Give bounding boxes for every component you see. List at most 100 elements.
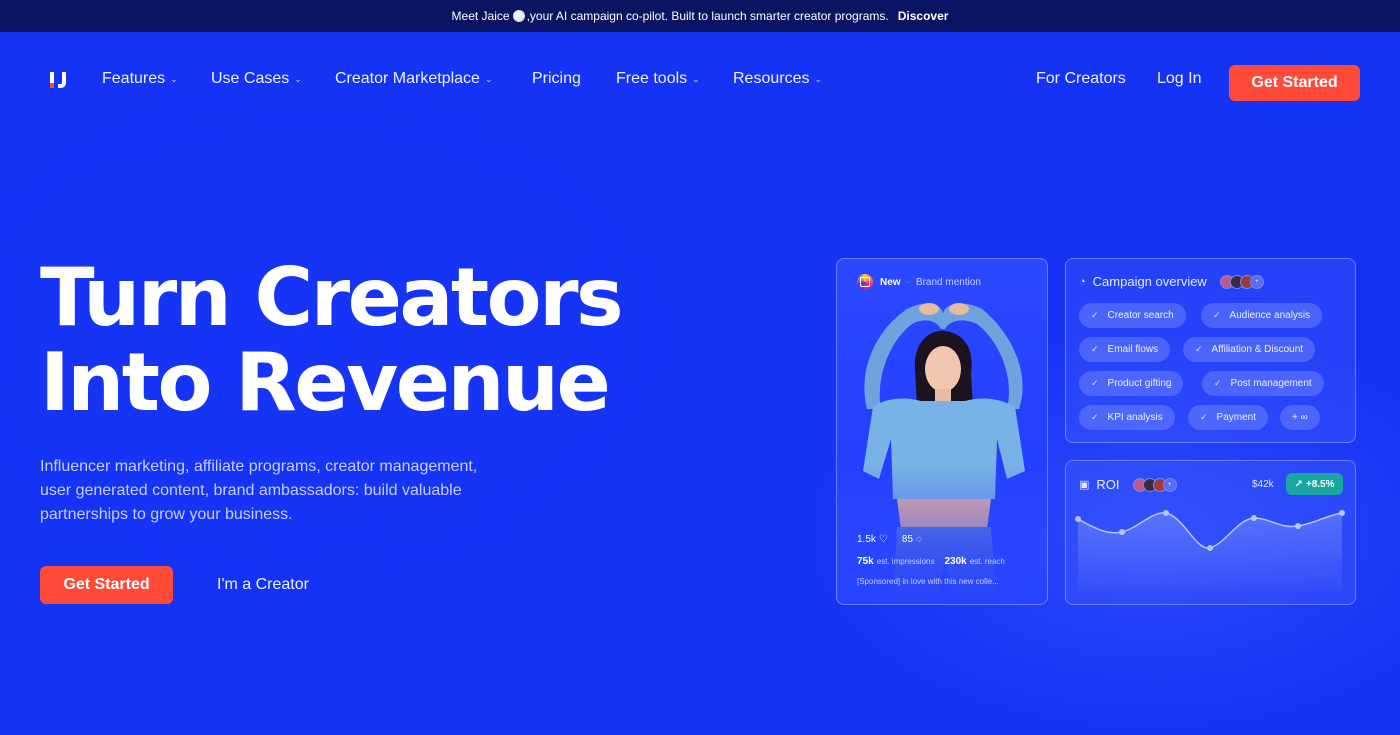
check-icon: ✓ (1091, 310, 1099, 320)
avatar-group: + (1132, 477, 1177, 492)
impressions-value: 75k (857, 556, 874, 567)
brand-logo[interactable] (49, 70, 69, 90)
nav-pricing[interactable]: Pricing (532, 70, 581, 88)
nav-features-label: Features (102, 70, 166, 87)
impressions-label: est. impressions (876, 557, 935, 566)
nav-resources-label: Resources (733, 70, 810, 87)
chip-post-management: ✓ Post management (1202, 371, 1324, 396)
chip-label: + ∞ (1292, 412, 1308, 423)
avatar-more: + (1249, 274, 1264, 289)
nav-creator-marketplace[interactable]: Creator Marketplace ⌄ (335, 70, 493, 88)
roi-point (1251, 515, 1257, 521)
avatar-group: + (1219, 274, 1264, 289)
likes-count: 1.5k (857, 534, 876, 545)
check-icon: ✓ (1200, 412, 1208, 422)
chip-label: Affiliation & Discount (1211, 344, 1304, 355)
chip-label: Payment (1216, 412, 1257, 423)
chip-creator-search: ✓ Creator search (1079, 303, 1186, 328)
trend-up-icon: ↗ (1294, 478, 1303, 490)
roi-title-row: ▣ ROI + (1079, 477, 1177, 492)
likes-stat: 1.5k ♡ (857, 534, 888, 545)
roi-point (1119, 529, 1125, 535)
hero-headline: Turn Creators Into Revenue (40, 255, 660, 425)
chip-label: Post management (1230, 378, 1312, 389)
post-engagement: 1.5k ♡ 85 ◌ (857, 534, 922, 545)
comment-bubble-icon: ◌ (916, 534, 922, 545)
campaign-overview-card: ◔ Campaign overview + ✓ Creator search ✓ A… (1065, 258, 1356, 443)
comments-stat: 85 ◌ (902, 534, 922, 545)
nav-features[interactable]: Features ⌄ (102, 70, 178, 88)
for-creators-link[interactable]: For Creators (1036, 70, 1126, 88)
im-a-creator-link[interactable]: I'm a Creator (217, 576, 309, 594)
announcement-text: Meet Jaice (451, 9, 510, 23)
chip-audience-analysis: ✓ Audience analysis (1201, 303, 1323, 328)
roi-sparkline (1075, 510, 1345, 591)
chevron-down-icon: ⌄ (170, 73, 178, 84)
hero-subtext: Influencer marketing, affiliate programs… (40, 458, 478, 523)
comments-count: 85 (901, 534, 913, 545)
chip-more: + ∞ (1280, 405, 1320, 430)
jaice-orb-icon (512, 10, 525, 22)
roi-point (1207, 545, 1213, 551)
separator-dot: · (906, 276, 910, 288)
check-icon: ✓ (1091, 412, 1099, 422)
chevron-down-icon: ⌄ (814, 73, 823, 84)
login-link[interactable]: Log In (1157, 70, 1201, 88)
campaign-title: Campaign overview (1092, 274, 1207, 289)
nav-creator-marketplace-label: Creator Marketplace (335, 70, 480, 87)
post-metrics: 75k est. impressions 230k est. reach (857, 556, 1015, 567)
check-icon: ✓ (1213, 310, 1221, 320)
nav-use-cases-label: Use Cases (211, 70, 290, 87)
chevron-down-icon: ⌄ (484, 73, 493, 84)
campaign-icon: ◔ (1079, 275, 1086, 288)
announcement-text-rest: ,your AI campaign co-pilot. Built to lau… (526, 9, 889, 23)
discover-link[interactable]: Discover (898, 9, 949, 23)
roi-point (1339, 510, 1345, 516)
roi-value: $42k (1252, 479, 1274, 490)
chip-email-flows: ✓ Email flows (1079, 337, 1171, 362)
check-icon: ✓ (1091, 378, 1099, 388)
chip-affiliation-discount: ✓ Affiliation & Discount (1183, 337, 1316, 362)
roi-title: ROI (1096, 477, 1120, 492)
roi-change: +8.5% (1305, 478, 1335, 490)
nav-free-tools[interactable]: Free tools ⌄ (616, 70, 700, 88)
roi-point (1163, 510, 1169, 516)
get-started-hero-button[interactable]: Get Started (40, 566, 173, 604)
check-icon: ✓ (1091, 344, 1099, 354)
roi-change-badge: ↗ +8.5% (1286, 473, 1343, 495)
get-started-nav-button[interactable]: Get Started (1229, 65, 1360, 101)
chip-label: Creator search (1107, 310, 1174, 321)
check-icon: ✓ (1195, 344, 1203, 354)
chip-product-gifting: ✓ Product gifting (1079, 371, 1184, 396)
headline-line-1: Turn Creators (40, 251, 624, 344)
reach-label: est. reach (969, 557, 1005, 566)
chip-label: KPI analysis (1107, 412, 1163, 423)
money-icon: ▣ (1079, 479, 1090, 491)
reach-value: 230k (944, 556, 967, 567)
instagram-icon (857, 274, 873, 290)
campaign-title-row: ◔ Campaign overview + (1079, 274, 1264, 289)
post-new-badge: New (880, 276, 901, 288)
chevron-down-icon: ⌄ (294, 73, 302, 84)
announcement-bar: Meet Jaice ,your AI campaign co-pilot. B… (0, 0, 1400, 32)
chip-label: Email flows (1107, 344, 1159, 355)
roi-point (1075, 516, 1081, 522)
roi-point (1295, 523, 1301, 529)
chevron-down-icon: ⌄ (692, 73, 700, 84)
post-caption: [Sponsored] in love with this new colle.… (857, 577, 999, 586)
headline-line-2: Into Revenue (40, 336, 611, 429)
post-type: Brand mention (915, 276, 981, 288)
chip-label: Product gifting (1107, 378, 1172, 389)
avatar-more: + (1162, 477, 1177, 492)
check-icon: ✓ (1214, 378, 1222, 388)
brand-mention-post-card: New · Brand mention 1.5k ♡ 85 ◌ 75k est. im… (836, 258, 1048, 605)
heart-icon: ♡ (878, 534, 888, 545)
chip-payment: ✓ Payment (1188, 405, 1269, 430)
chip-label: Audience analysis (1229, 310, 1311, 321)
post-header: New · Brand mention (857, 274, 981, 290)
nav-resources[interactable]: Resources ⌄ (733, 70, 822, 88)
nav-free-tools-label: Free tools (616, 70, 688, 87)
nav-use-cases[interactable]: Use Cases ⌄ (211, 70, 302, 88)
roi-card: ▣ ROI + $42k ↗ +8.5% (1065, 460, 1356, 605)
chip-kpi-analysis: ✓ KPI analysis (1079, 405, 1175, 430)
